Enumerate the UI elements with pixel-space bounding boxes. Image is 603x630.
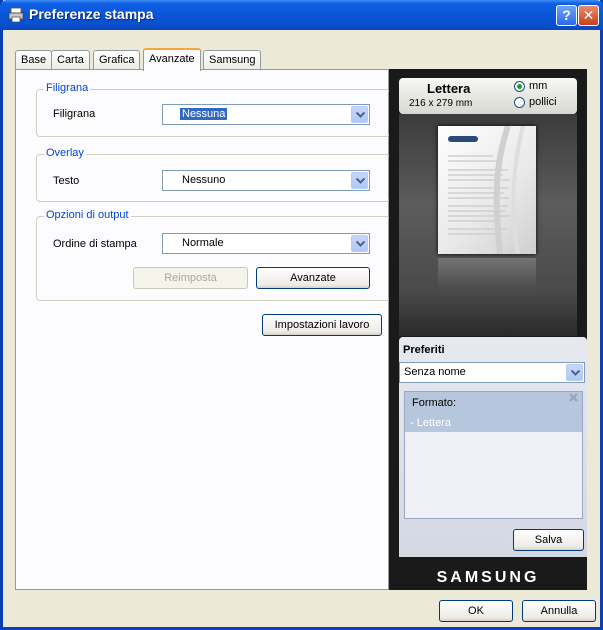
paper-dimensions: 216 x 279 mm xyxy=(409,98,473,109)
reset-button[interactable]: Reimposta xyxy=(133,267,248,289)
overlay-text-label: Testo xyxy=(53,175,80,187)
help-button[interactable]: ? xyxy=(556,5,577,26)
watermark-group: Filigrana Filigrana Nessuna xyxy=(36,82,390,137)
favorites-detail-item[interactable]: Formato: - Lettera xyxy=(405,392,582,432)
group-title: Opzioni di output xyxy=(44,209,131,221)
tab-label: Grafica xyxy=(99,54,135,66)
close-icon: ✕ xyxy=(582,7,595,23)
select-value: Nessuno xyxy=(182,174,226,186)
title-bar[interactable]: Preferenze stampa ? ✕ xyxy=(0,0,603,30)
cancel-button[interactable]: Annulla xyxy=(522,600,596,622)
tab-label: Avanzate xyxy=(149,53,195,65)
mm-label: mm xyxy=(529,80,548,92)
job-settings-button[interactable]: Impostazioni lavoro xyxy=(262,314,382,336)
tab-carta[interactable]: Carta xyxy=(51,50,90,70)
samsung-logo: SAMSUNG xyxy=(436,569,540,586)
dropdown-arrow-icon[interactable] xyxy=(351,106,368,123)
group-title: Overlay xyxy=(44,147,86,159)
paper-reflection xyxy=(438,258,536,290)
close-button[interactable]: ✕ xyxy=(578,5,599,26)
paper-size-box: Lettera 216 x 279 mm mm pollici xyxy=(399,78,577,114)
dropdown-arrow-icon[interactable] xyxy=(351,172,368,189)
mm-radio[interactable] xyxy=(514,81,525,92)
tab-samsung[interactable]: Samsung xyxy=(203,50,262,70)
select-value: Nessuna xyxy=(178,107,229,121)
tab-base[interactable]: Base xyxy=(15,50,53,70)
favorites-select[interactable]: Senza nome xyxy=(399,362,585,383)
paper-preview-image xyxy=(438,125,536,255)
window-title: Preferenze stampa xyxy=(29,6,154,22)
print-preferences-window: Preferenze stampa ? ✕ Base Carta Grafica… xyxy=(0,0,603,630)
watermark-label: Filigrana xyxy=(53,108,96,120)
print-order-label: Ordine di stampa xyxy=(53,238,137,250)
advanced-button[interactable]: Avanzate xyxy=(256,267,370,289)
select-value: Normale xyxy=(182,237,224,249)
favorites-detail-box: Formato: - Lettera xyxy=(404,391,583,519)
print-order-select[interactable]: Normale xyxy=(162,233,370,254)
tab-label: Samsung xyxy=(209,54,256,66)
tab-avanzate[interactable]: Avanzate xyxy=(143,48,201,71)
select-value: Senza nome xyxy=(404,366,466,378)
advanced-tab-page: Filigrana Filigrana Nessuna Overlay Test… xyxy=(15,69,390,590)
watermark-select[interactable]: Nessuna xyxy=(162,104,370,125)
dropdown-arrow-icon[interactable] xyxy=(566,364,583,381)
favorites-panel: Preferiti Senza nome Formato: - Lettera … xyxy=(399,337,587,557)
inch-label: pollici xyxy=(529,96,557,108)
dropdown-arrow-icon[interactable] xyxy=(351,235,368,252)
favorites-title: Preferiti xyxy=(403,344,445,356)
ok-button[interactable]: OK xyxy=(439,600,513,622)
tab-grafica[interactable]: Grafica xyxy=(93,50,141,70)
help-icon: ? xyxy=(562,7,571,23)
tab-label: Base xyxy=(21,54,47,66)
paper-name: Lettera xyxy=(427,81,471,96)
printer-icon xyxy=(8,7,24,23)
page-preview xyxy=(399,114,577,336)
output-options-group: Opzioni di output Ordine di stampa Norma… xyxy=(36,209,390,301)
tab-label: Carta xyxy=(57,54,84,66)
inch-radio[interactable] xyxy=(514,97,525,108)
overlay-select[interactable]: Nessuno xyxy=(162,170,370,191)
overlay-group: Overlay Testo Nessuno xyxy=(36,147,390,202)
remove-icon[interactable] xyxy=(569,393,578,405)
format-value: - Lettera xyxy=(410,417,451,429)
format-title: Formato: xyxy=(412,397,457,409)
save-favorite-button[interactable]: Salva xyxy=(513,529,584,551)
group-title: Filigrana xyxy=(44,82,91,94)
radio-dot xyxy=(517,84,522,89)
preview-panel: Lettera 216 x 279 mm mm pollici Preferit… xyxy=(389,69,587,590)
